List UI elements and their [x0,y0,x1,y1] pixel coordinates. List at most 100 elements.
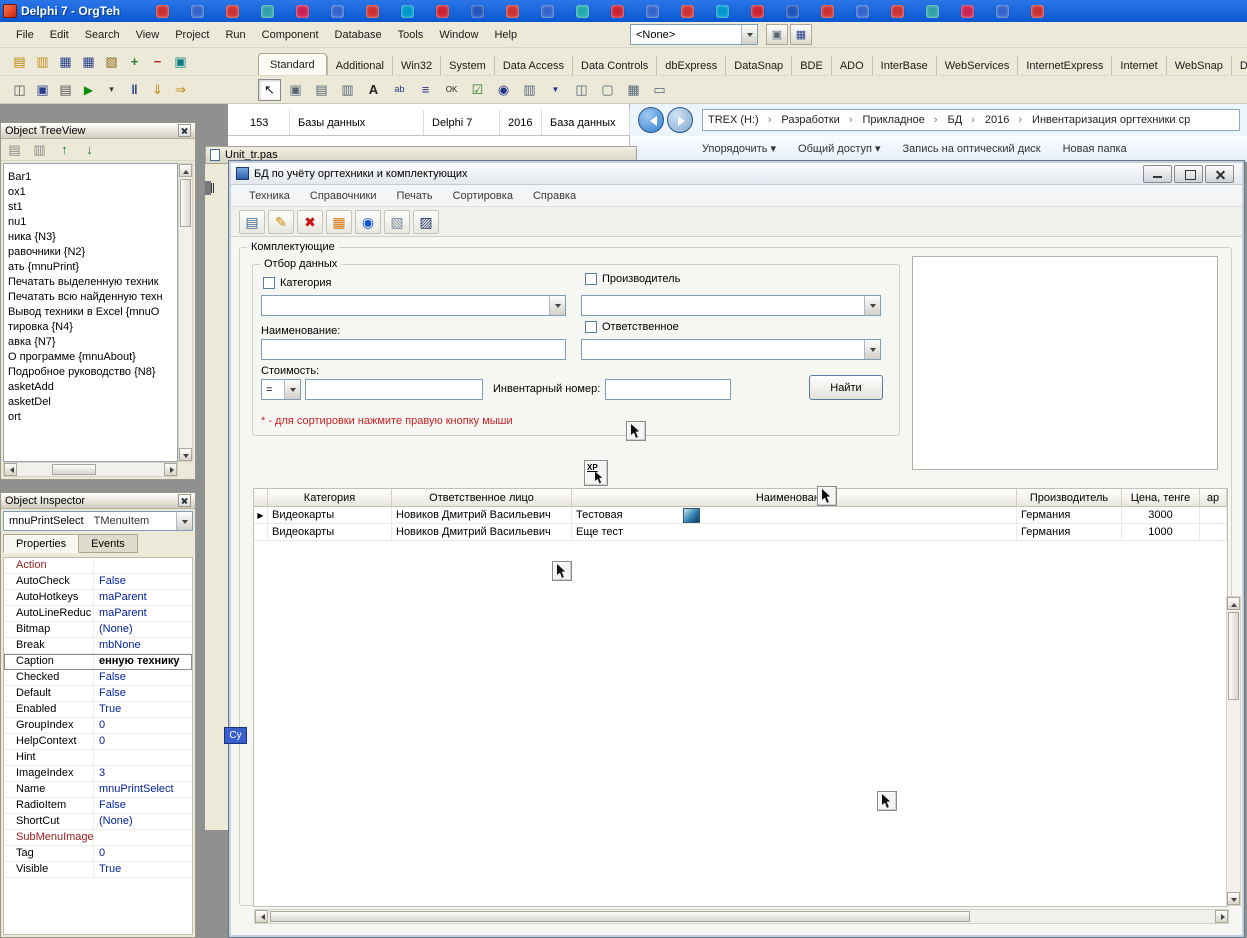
explorer-toolbar-item[interactable]: Общий доступ ▾ [798,142,880,155]
move-up-icon[interactable]: ↑ [53,139,76,161]
chevron-down-icon[interactable] [284,380,300,399]
remove-file-icon[interactable]: − [146,51,169,73]
ide-menu-item[interactable]: Database [327,25,390,45]
label-icon[interactable]: A [362,79,385,101]
property-row[interactable]: Default False [4,686,192,702]
tree-item[interactable]: О программе {mnuAbout} [4,350,177,365]
horizontal-scrollbar[interactable] [254,909,1229,924]
property-value[interactable]: 3 [94,766,192,781]
tree-item[interactable]: Вывод техники в Excel {mnuO [4,305,177,320]
panel-titlebar[interactable]: Object Inspector [1,493,195,509]
open-project-icon[interactable]: ▧ [100,51,123,73]
pause-icon[interactable]: ‖ [123,79,146,101]
radiobutton-icon[interactable]: ◉ [492,79,515,101]
scrollbar-thumb[interactable] [52,464,96,475]
cost-input[interactable] [305,379,483,400]
property-row[interactable]: HelpContext 0 [4,734,192,750]
property-row[interactable]: Enabled True [4,702,192,718]
combobox-icon[interactable]: ▼ [544,79,567,101]
chevron-down-icon[interactable] [741,25,757,44]
ide-menu-item[interactable]: Window [431,25,486,45]
tree-item[interactable]: ort [4,410,177,425]
property-value[interactable]: False [94,798,192,813]
breadcrumb-item[interactable]: TREX (H:) [703,114,776,126]
palette-tab[interactable]: Data Controls [572,56,656,75]
mainmenu-icon[interactable]: ▤ [310,79,333,101]
frames-icon[interactable]: ▣ [284,79,307,101]
property-value[interactable]: (None) [94,622,192,637]
palette-tab[interactable]: WebSnap [1165,56,1231,75]
breadcrumb-item[interactable]: Разработки [776,114,857,126]
desktop-layout-button[interactable]: ▣ [766,24,788,45]
ide-menu-item[interactable]: Component [254,25,327,45]
grid-column-header[interactable]: Категория [268,489,392,507]
none-combobox[interactable]: <None> [630,24,758,45]
save-desktop-button[interactable]: ▦ [790,24,812,45]
tree-item[interactable]: asketAdd [4,380,177,395]
tree-item[interactable]: st1 [4,200,177,215]
property-row[interactable]: Checked False [4,670,192,686]
scroll-down-icon[interactable] [1227,892,1240,905]
explorer-toolbar-item[interactable]: Новая папка [1063,143,1127,155]
palette-tab[interactable]: Decision Cube [1230,56,1247,75]
property-row[interactable]: Name mnuPrintSelect [4,782,192,798]
checkbox-icon[interactable] [585,321,597,333]
save-icon[interactable]: ▦ [54,51,77,73]
ide-menu-item[interactable]: File [8,25,42,45]
delete-record-icon[interactable]: ✖ [297,209,323,234]
ide-menu-item[interactable]: Run [217,25,253,45]
view-unit-icon[interactable]: ▤ [54,79,77,101]
category-combo[interactable] [261,295,566,316]
object-selector-combo[interactable]: mnuPrintSelect TMenuItem [3,511,193,531]
tree-item[interactable]: ника {N3} [4,230,177,245]
tab-properties[interactable]: Properties [3,534,80,553]
groupbox-icon[interactable]: ▢ [596,79,619,101]
property-value[interactable]: (None) [94,814,192,829]
grid-column-header[interactable]: Наименование [572,489,1017,507]
property-value[interactable]: False [94,686,192,701]
run-icon[interactable]: ▶ [77,79,100,101]
property-row[interactable]: Caption енную технику [4,654,192,670]
property-value[interactable]: 0 [94,846,192,861]
property-row[interactable]: Visible True [4,862,192,878]
ide-menu-item[interactable]: Search [77,25,128,45]
property-value[interactable] [94,558,192,573]
vertical-scrollbar[interactable] [178,163,193,462]
palette-tab[interactable]: DataSnap [725,56,791,75]
move-down-icon[interactable]: ↓ [78,139,101,161]
print-icon[interactable]: ▨ [413,209,439,234]
ide-menu-item[interactable]: View [128,25,168,45]
cost-operator-combo[interactable]: = [261,379,301,400]
inventory-input[interactable] [605,379,731,400]
forward-button[interactable] [667,107,693,133]
explorer-toolbar-item[interactable]: Запись на оптический диск [903,143,1041,155]
name-input[interactable] [261,339,566,360]
maximize-button[interactable] [1174,164,1203,183]
horizontal-scrollbar[interactable] [3,462,178,477]
app-menu-item[interactable]: Техника [239,186,300,206]
property-row[interactable]: AutoLineReduc maParent [4,606,192,622]
responsible-combo[interactable] [581,339,881,360]
minimize-button[interactable] [1143,164,1172,183]
breadcrumb-item[interactable]: 2016 [980,114,1027,126]
save-all-icon[interactable]: ▦ [77,51,100,73]
new-form-icon[interactable]: ▣ [31,79,54,101]
scroll-up-icon[interactable] [179,164,192,177]
palette-tab[interactable]: Win32 [391,56,440,75]
property-value[interactable] [94,750,192,765]
scroll-left-icon[interactable] [4,463,17,476]
app-menu-item[interactable]: Справочники [300,186,387,206]
app-menu-item[interactable]: Печать [387,186,443,206]
scroll-right-icon[interactable] [164,463,177,476]
property-value[interactable]: mbNone [94,638,192,653]
property-row[interactable]: Tag 0 [4,846,192,862]
property-row[interactable]: AutoCheck False [4,574,192,590]
property-value[interactable]: False [94,574,192,589]
toggle-form-unit-icon[interactable]: ◫ [8,79,31,101]
property-row[interactable]: GroupIndex 0 [4,718,192,734]
radiogroup-icon[interactable]: ▦ [622,79,645,101]
chevron-down-icon[interactable] [864,296,880,315]
back-button[interactable] [638,107,664,133]
app-menu-item[interactable]: Сортировка [443,186,523,206]
explorer-toolbar-item[interactable]: Упорядочить ▾ [702,142,776,155]
